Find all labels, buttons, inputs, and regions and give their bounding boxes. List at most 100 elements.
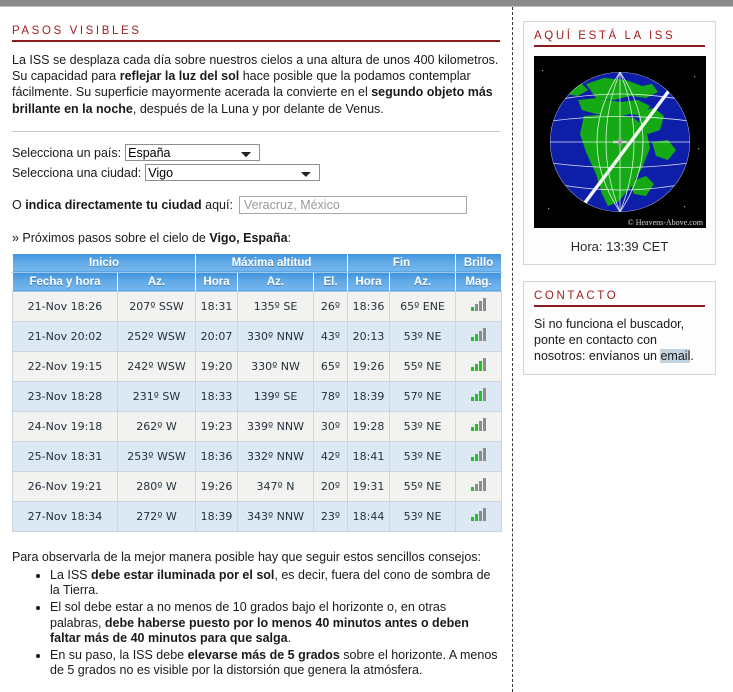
- iss-current-time: Hora: 13:39 CET: [570, 239, 669, 254]
- table-row[interactable]: 27-Nov 18:34 272º W 18:39 343º NNW 23º 18:44 5…: [12, 500, 503, 532]
- cell-start-az: 272º W: [117, 500, 196, 532]
- cell-max-time: 20:07: [195, 320, 238, 352]
- cell-max-time: 19:20: [195, 350, 238, 382]
- magnitude-bars-icon: [471, 298, 487, 312]
- cell-end-az: 57º NE: [389, 380, 457, 412]
- direct-city-text-pre: O: [12, 197, 26, 212]
- cell-date-time: 26-Nov 19:21: [12, 470, 118, 502]
- direct-city-bold: indica directamente tu ciudad: [25, 197, 202, 212]
- cell-end-time: 18:39: [347, 380, 391, 412]
- cell-end-time: 18:36: [347, 290, 391, 322]
- cell-date-time: 23-Nov 18:28: [12, 380, 118, 412]
- table-row[interactable]: 24-Nov 19:18 262º W 19:23 339º NNW 30º 19:28 5…: [12, 410, 503, 442]
- cell-end-time: 18:41: [347, 440, 391, 472]
- magnitude-bars-icon: [471, 388, 487, 402]
- table-row[interactable]: 26-Nov 19:21 280º W 19:26 347º N 20º 19:31 55º…: [12, 470, 503, 502]
- contact-panel-divider: [534, 305, 705, 307]
- direct-city-input[interactable]: [238, 195, 467, 214]
- city-row: Selecciona una ciudad: Vigo: [12, 164, 500, 182]
- col-header-max-az[interactable]: Az.: [237, 271, 314, 292]
- direct-city-label: O indica directamente tu ciudad aquí:: [12, 198, 233, 212]
- cell-max-az: 330º NW: [237, 350, 314, 382]
- col-header-fecha-y-hora[interactable]: Fecha y hora: [12, 271, 118, 292]
- iss-panel-title: AQUÍ ESTÁ LA ISS: [534, 30, 676, 42]
- iss-globe-image[interactable]: © Heavens-Above.com: [534, 56, 706, 228]
- col-header-inicio-az[interactable]: Az.: [117, 271, 196, 292]
- city-select[interactable]: Vigo: [145, 164, 321, 182]
- table-row[interactable]: 21-Nov 18:26 207º SSW 18:31 135º SE 26º 18:36…: [12, 290, 503, 322]
- cell-date-time: 27-Nov 18:34: [12, 500, 118, 532]
- top-gray-bar: [0, 0, 733, 7]
- direct-city-text-post: aquí:: [201, 197, 233, 212]
- country-select[interactable]: España: [125, 144, 261, 162]
- country-label: Selecciona un país:: [12, 145, 122, 160]
- col-header-max-hora[interactable]: Hora: [195, 271, 238, 292]
- tip-text-pre: La ISS: [50, 567, 91, 582]
- group-header-brillo: Brillo: [455, 252, 503, 273]
- globe-credit: © Heavens-Above.com: [627, 218, 703, 227]
- cell-end-az: 53º NE: [389, 410, 457, 442]
- cell-end-az: 53º NE: [389, 320, 457, 352]
- group-header-fin: Fin: [347, 252, 457, 273]
- table-row[interactable]: 23-Nov 18:28 231º SW 18:33 139º SE 78º 18:39 5…: [12, 380, 503, 412]
- cell-max-az: 347º N: [237, 470, 314, 502]
- cell-end-az: 65º ENE: [389, 290, 457, 322]
- contact-email-link[interactable]: email: [660, 349, 691, 363]
- cell-elevation: 42º: [312, 440, 349, 472]
- next-passes-location: Vigo, España: [209, 230, 288, 245]
- section-divider: [12, 130, 500, 132]
- tip-text-pre: En su paso, la ISS debe: [50, 647, 188, 662]
- cell-date-time: 21-Nov 20:02: [12, 320, 118, 352]
- title-divider: [12, 40, 500, 42]
- cell-max-az: 135º SE: [237, 290, 314, 322]
- iss-panel-divider: [534, 45, 705, 47]
- cell-magnitude: [455, 440, 503, 472]
- cell-start-az: 262º W: [117, 410, 196, 442]
- next-passes-prefix: » Próximos pasos sobre el cielo de: [12, 230, 210, 245]
- cell-elevation: 43º: [312, 320, 349, 352]
- page-title: PASOS VISIBLES: [12, 25, 142, 37]
- iss-location-panel: AQUÍ ESTÁ LA ISS © Heavens-Above.com Hor…: [523, 21, 716, 265]
- table-row[interactable]: 21-Nov 20:02 252º WSW 20:07 330º NNW 43º 20:1…: [12, 320, 503, 352]
- cell-max-az: 330º NNW: [237, 320, 314, 352]
- cell-elevation: 65º: [312, 350, 349, 382]
- cell-date-time: 25-Nov 18:31: [12, 440, 118, 472]
- cell-max-time: 18:39: [195, 500, 238, 532]
- col-header-mag[interactable]: Mag.: [455, 271, 503, 292]
- table-row[interactable]: 22-Nov 19:15 242º WSW 19:20 330º NW 65º 19:26…: [12, 350, 503, 382]
- cell-magnitude: [455, 500, 503, 532]
- direct-city-row: O indica directamente tu ciudad aquí:: [12, 195, 500, 214]
- cell-end-az: 53º NE: [389, 500, 457, 532]
- cell-end-time: 20:13: [347, 320, 391, 352]
- cell-magnitude: [455, 470, 503, 502]
- contact-panel: CONTACTO Si no funciona el buscador, pon…: [523, 281, 716, 375]
- group-header-maxima-altitud: Máxima altitud: [194, 252, 349, 273]
- cell-start-az: 280º W: [117, 470, 196, 502]
- table-row[interactable]: 25-Nov 18:31 253º WSW 18:36 332º NNW 42º 18:4…: [12, 440, 503, 472]
- col-header-fin-hora[interactable]: Hora: [347, 271, 391, 292]
- cell-magnitude: [455, 410, 503, 442]
- cell-start-az: 207º SSW: [117, 290, 196, 322]
- magnitude-bars-icon: [471, 358, 487, 372]
- col-header-fin-az[interactable]: Az.: [389, 271, 457, 292]
- list-item: La ISS debe estar iluminada por el sol, …: [50, 568, 500, 599]
- contact-text-post: .: [690, 349, 694, 363]
- cell-elevation: 20º: [312, 470, 349, 502]
- cell-end-time: 19:26: [347, 350, 391, 382]
- cell-magnitude: [455, 350, 503, 382]
- magnitude-bars-icon: [471, 448, 487, 462]
- sidebar-column: AQUÍ ESTÁ LA ISS © Heavens-Above.com Hor…: [513, 7, 733, 375]
- cell-end-time: 19:31: [347, 470, 391, 502]
- main-content-column: PASOS VISIBLES La ISS se desplaza cada d…: [0, 7, 513, 692]
- col-header-el[interactable]: El.: [312, 271, 349, 292]
- cell-end-az: 55º NE: [389, 470, 457, 502]
- passes-table: Inicio Máxima altitud Fin Brillo Fecha y…: [12, 252, 503, 532]
- passes-table-head: Inicio Máxima altitud Fin Brillo Fecha y…: [12, 252, 503, 292]
- cell-date-time: 22-Nov 19:15: [12, 350, 118, 382]
- cell-magnitude: [455, 320, 503, 352]
- tips-lead: Para observarla de la mejor manera posib…: [12, 549, 482, 564]
- list-item: En su paso, la ISS debe elevarse más de …: [50, 648, 500, 679]
- cell-max-time: 18:36: [195, 440, 238, 472]
- cell-elevation: 23º: [312, 500, 349, 532]
- cell-start-az: 231º SW: [117, 380, 196, 412]
